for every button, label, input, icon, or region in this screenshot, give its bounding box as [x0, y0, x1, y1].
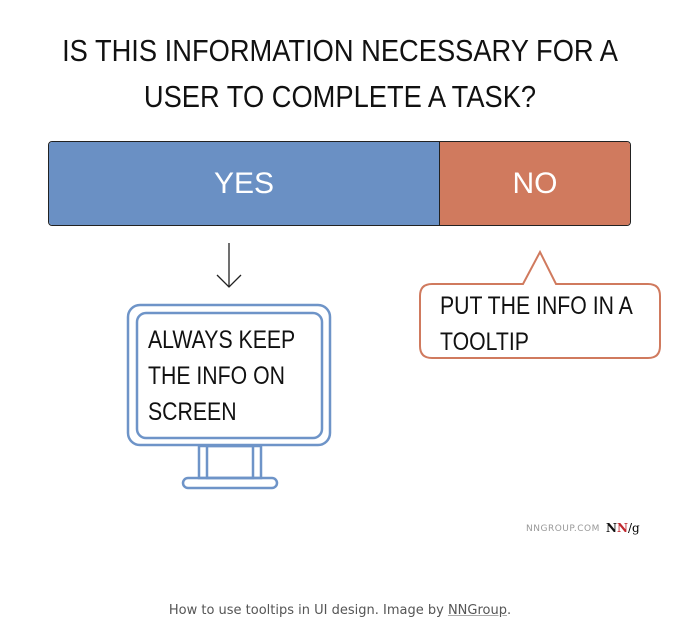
- nng-logo: NN/g: [606, 521, 640, 535]
- nngroup-link[interactable]: NNGroup: [448, 603, 507, 618]
- caption-end: .: [506, 603, 512, 618]
- screen-text: ALWAYS KEEP THE INFO ON SCREEN: [148, 326, 295, 426]
- tooltip-text: PUT THE INFO IN A TOOLTIP: [440, 292, 632, 356]
- caption-text: How to use tooltips in UI design. Image …: [168, 603, 448, 618]
- caption: How to use tooltips in UI design. Image …: [0, 603, 680, 618]
- source-label: NNGROUP.COM: [526, 524, 600, 534]
- arrow-down-icon: [216, 243, 242, 288]
